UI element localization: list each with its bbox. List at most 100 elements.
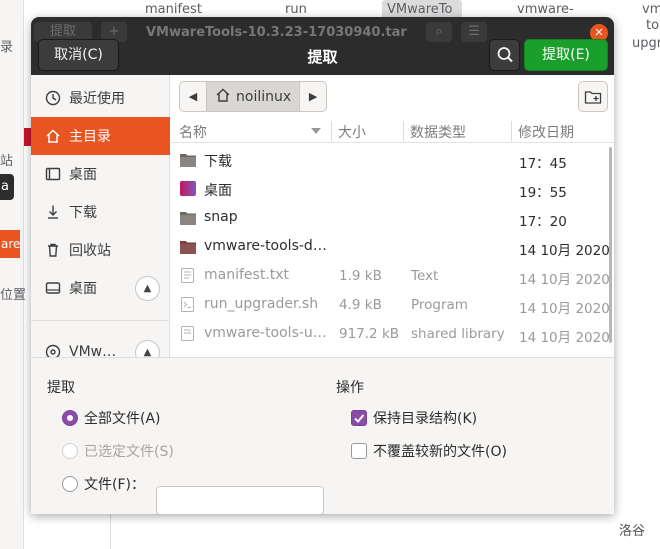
home-icon (215, 87, 231, 107)
sidebar-item-label: 回收站 (69, 243, 111, 259)
file-type: Program (411, 297, 468, 313)
file-modified: 19：55 (519, 185, 567, 201)
actions-heading: 操作 (336, 380, 364, 396)
file-name: vmware-tools-di… (204, 238, 330, 254)
sidebar-item-recent[interactable]: 最近使用 (31, 79, 170, 117)
all-files-radio[interactable]: 全部文件(A) (62, 408, 161, 428)
bg-search-icon: ⌕ (426, 22, 452, 42)
bg-sidebar-fragment: 站 (0, 154, 14, 169)
drive-icon (45, 280, 61, 296)
file-modified: 17：45 (519, 156, 567, 172)
list-item[interactable]: 下载 17：45 (171, 145, 611, 174)
file-type: shared library (411, 326, 505, 342)
radio-unchecked-icon (62, 476, 78, 492)
bg-file-label: VMwareTo (387, 2, 453, 17)
watermark: 洛谷 (619, 524, 646, 539)
background-sidebar (0, 0, 24, 549)
keep-structure-checkbox[interactable]: 保持目录结构(K) (351, 408, 477, 428)
download-icon (45, 204, 61, 220)
script-file-icon (181, 297, 194, 312)
file-list-header: 名称 大小 数据类型 修改日期 (171, 119, 614, 143)
list-item[interactable]: 桌面 19：55 (171, 174, 611, 203)
column-separator (511, 121, 512, 141)
home-icon (45, 128, 61, 144)
sidebar-item-label: 最近使用 (69, 91, 125, 107)
path-forward-icon[interactable]: ▶ (300, 82, 326, 111)
search-icon (497, 47, 513, 63)
path-crumb-label: noilinux (236, 88, 292, 105)
list-item[interactable]: run_upgrader.sh 4.9 kB Program 14 10月 20… (171, 290, 611, 319)
file-modified: 14 10月 2020 (519, 272, 610, 288)
sidebar-separator (31, 320, 170, 321)
keep-structure-label: 保持目录结构(K) (373, 411, 478, 427)
path-back-icon[interactable]: ◀ (180, 82, 206, 111)
sidebar-item-label: 桌面 (69, 167, 97, 183)
sort-descending-icon (311, 128, 321, 134)
file-type: Text (411, 268, 439, 284)
dialog-header: 提取 + VMwareTools-10.3.23-17030940.tar ⌕ … (31, 17, 614, 75)
background-right-pane: vm to upgr (614, 0, 660, 549)
selected-files-radio: 已选定文件(S) (62, 441, 174, 461)
bg-file-label: to (646, 18, 660, 33)
bg-file-label: vmware- (517, 2, 574, 17)
text-file-icon (181, 268, 194, 283)
list-item[interactable]: vmware-tools-u… 917.2 kB shared library … (171, 319, 611, 348)
no-overwrite-checkbox[interactable]: 不覆盖较新的文件(O) (351, 441, 507, 461)
library-file-icon (181, 326, 194, 341)
file-name: 桌面 (204, 183, 232, 199)
files-pattern-input[interactable] (156, 486, 324, 514)
extract-button[interactable]: 提取(E) (524, 39, 608, 71)
column-name-header[interactable]: 名称 (179, 122, 207, 142)
selected-files-label: 已选定文件(S) (84, 444, 174, 460)
sidebar-item-downloads[interactable]: 下载 (31, 193, 170, 231)
file-modified: 14 10月 2020 (519, 330, 610, 346)
radio-unchecked-icon (62, 443, 78, 459)
file-name: vmware-tools-u… (204, 325, 327, 341)
recent-icon (45, 90, 61, 106)
extract-dialog: 提取 + VMwareTools-10.3.23-17030940.tar ⌕ … (31, 17, 614, 514)
desktop-icon (45, 166, 61, 182)
list-item[interactable]: snap 17：20 (171, 203, 611, 232)
eject-icon[interactable]: ▲ (135, 276, 160, 301)
column-modified-header[interactable]: 修改日期 (518, 122, 574, 142)
bg-sidebar-fragment: 录 (0, 40, 14, 55)
file-name: manifest.txt (204, 267, 290, 283)
files-radio[interactable]: 文件(F)： (62, 474, 145, 494)
list-item[interactable]: vmware-tools-di… 14 10月 2020 (171, 232, 611, 261)
file-list-scrollbar[interactable] (609, 147, 612, 343)
desktop-folder-icon (180, 181, 196, 196)
sidebar-item-drive[interactable]: 桌面 ▲ (31, 269, 170, 307)
sidebar-item-label: 下载 (69, 205, 97, 221)
all-files-label: 全部文件(A) (84, 411, 161, 427)
bg-file-label: manifest (145, 2, 202, 17)
checkbox-checked-icon (351, 410, 367, 426)
new-folder-button[interactable] (578, 81, 608, 112)
file-size: 1.9 kB (339, 268, 382, 284)
bg-selected-chip: a (0, 174, 14, 200)
bg-file-label: upgr (632, 36, 660, 51)
radio-checked-icon (62, 410, 78, 426)
file-name: snap (204, 209, 238, 225)
column-size-header[interactable]: 大小 (338, 122, 366, 142)
bg-menu-icon: ☰ (461, 22, 487, 42)
bg-sidebar-fragment: 位置 (0, 288, 27, 303)
list-item[interactable]: manifest.txt 1.9 kB Text 14 10月 2020 (171, 261, 611, 290)
column-separator (403, 121, 404, 141)
sidebar-item-desktop[interactable]: 桌面 (31, 155, 170, 193)
files-label: 文件(F)： (84, 477, 145, 493)
file-modified: 14 10月 2020 (519, 301, 610, 317)
checkbox-unchecked-icon (351, 443, 367, 459)
bg-file-label: vm (642, 2, 660, 17)
sidebar-item-home[interactable]: 主目录 (31, 117, 170, 155)
sidebar-item-trash[interactable]: 回收站 (31, 231, 170, 269)
trash-icon (45, 242, 61, 258)
file-name: run_upgrader.sh (204, 296, 319, 312)
search-button[interactable] (489, 39, 520, 71)
bg-file-label: run (285, 2, 307, 17)
bg-active-item: are T (0, 230, 20, 258)
folder-icon (180, 212, 196, 225)
column-type-header[interactable]: 数据类型 (410, 122, 466, 142)
path-crumb-home[interactable]: noilinux (206, 82, 301, 111)
new-folder-icon (584, 90, 602, 104)
file-size: 4.9 kB (339, 297, 382, 313)
